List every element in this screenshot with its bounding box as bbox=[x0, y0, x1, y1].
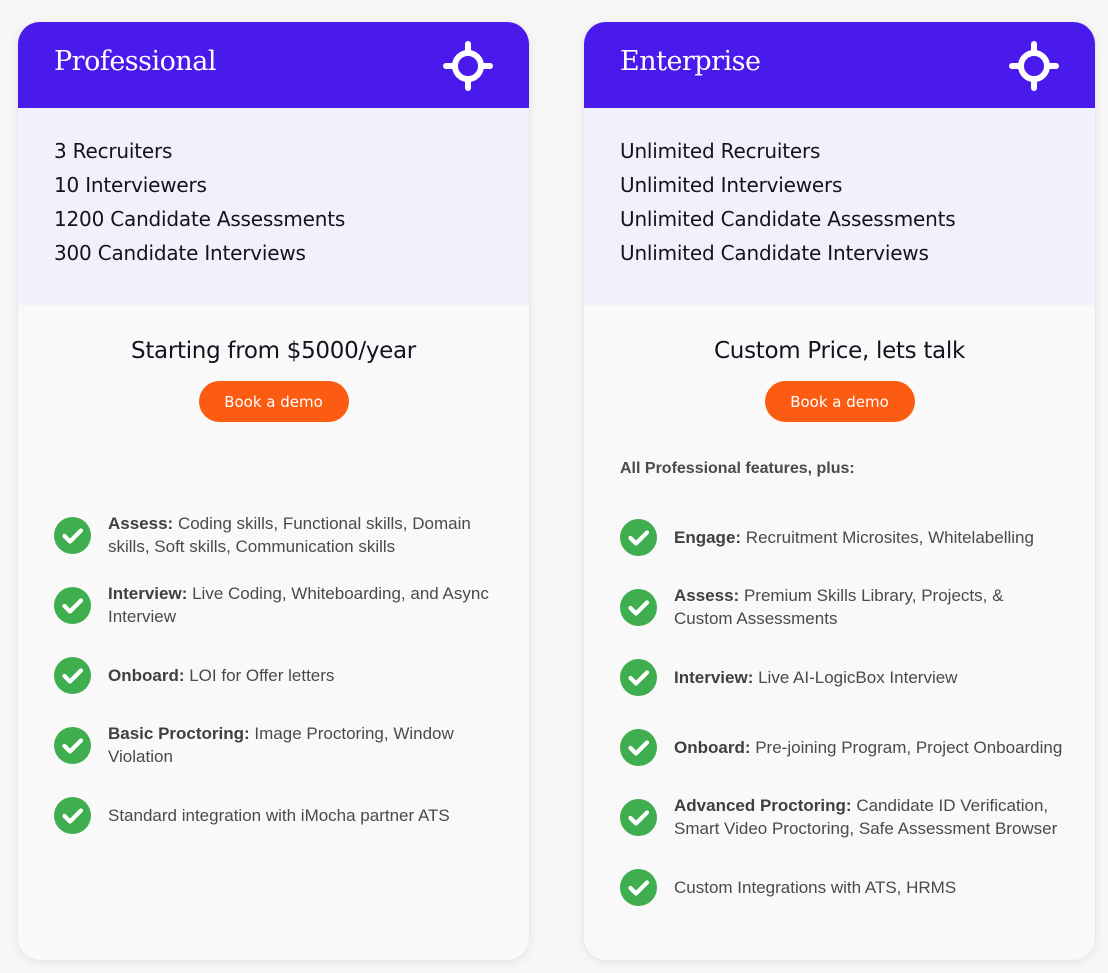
check-circle-icon bbox=[620, 518, 657, 556]
feature-text: Assess: Premium Skills Library, Projects… bbox=[674, 584, 1065, 630]
feature-list: Engage: Recruitment Microsites, Whitelab… bbox=[584, 514, 1095, 910]
feature-description: Pre-joining Program, Project Onboarding bbox=[750, 737, 1063, 757]
feature-item: Onboard: LOI for Offer letters bbox=[54, 652, 499, 698]
plan-card-enterprise: Enterprise Unlimited Recruiters Unlimite… bbox=[584, 22, 1095, 960]
quota-item: 300 Candidate Interviews bbox=[54, 241, 306, 265]
feature-text: Onboard: Pre-joining Program, Project On… bbox=[674, 736, 1062, 759]
feature-text: Engage: Recruitment Microsites, Whitelab… bbox=[674, 526, 1034, 549]
quota-item: Unlimited Recruiters bbox=[620, 139, 821, 163]
feature-title: Onboard: bbox=[674, 737, 751, 757]
price-label: Custom Price, lets talk bbox=[714, 338, 965, 364]
quota-item: Unlimited Interviewers bbox=[620, 173, 843, 197]
feature-title: Assess: bbox=[674, 586, 740, 605]
feature-description: Custom Integrations with ATS, HRMS bbox=[674, 877, 957, 897]
feature-title: Assess: bbox=[108, 514, 174, 533]
feature-text: Basic Proctoring: Image Proctoring, Wind… bbox=[108, 722, 499, 768]
feature-item: Interview: Live AI-LogicBox Interview bbox=[620, 654, 1065, 700]
feature-text: Interview: Live Coding, Whiteboarding, a… bbox=[108, 582, 499, 628]
feature-title: Basic Proctoring: bbox=[108, 724, 250, 743]
check-circle-icon bbox=[54, 656, 91, 694]
quota-item: Unlimited Candidate Interviews bbox=[620, 241, 929, 265]
feature-list: Assess: Coding skills, Functional skills… bbox=[18, 512, 529, 838]
check-circle-icon bbox=[54, 726, 91, 764]
check-circle-icon bbox=[54, 516, 91, 554]
feature-item: Engage: Recruitment Microsites, Whitelab… bbox=[620, 514, 1065, 560]
quota-section: 3 Recruiters 10 Interviewers 1200 Candid… bbox=[18, 108, 529, 305]
feature-title: Engage: bbox=[674, 527, 742, 547]
target-icon bbox=[1009, 41, 1059, 91]
feature-text: Assess: Coding skills, Functional skills… bbox=[108, 512, 499, 558]
check-circle-icon bbox=[620, 588, 657, 626]
feature-text: Onboard: LOI for Offer letters bbox=[108, 664, 334, 687]
plan-header: Enterprise bbox=[584, 22, 1095, 108]
feature-title: Onboard: bbox=[108, 665, 185, 685]
check-circle-icon bbox=[620, 658, 657, 696]
feature-item: Assess: Premium Skills Library, Projects… bbox=[620, 584, 1065, 630]
feature-description: Recruitment Microsites, Whitelabelling bbox=[741, 527, 1034, 547]
plan-header: Professional bbox=[18, 22, 529, 108]
feature-title: Advanced Proctoring: bbox=[674, 796, 852, 815]
check-circle-icon bbox=[620, 868, 657, 906]
book-demo-button[interactable]: Book a demo bbox=[198, 381, 349, 422]
quota-item: 1200 Candidate Assessments bbox=[54, 207, 346, 231]
feature-text: Custom Integrations with ATS, HRMS bbox=[674, 876, 956, 899]
quota-item: 3 Recruiters bbox=[54, 139, 173, 163]
feature-title: Interview: bbox=[674, 667, 754, 687]
feature-text: Interview: Live AI-LogicBox Interview bbox=[674, 666, 957, 689]
feature-text: Advanced Proctoring: Candidate ID Verifi… bbox=[674, 794, 1065, 840]
feature-item: Onboard: Pre-joining Program, Project On… bbox=[620, 724, 1065, 770]
plan-name: Enterprise bbox=[620, 46, 761, 77]
feature-item: Custom Integrations with ATS, HRMS bbox=[620, 864, 1065, 910]
check-circle-icon bbox=[54, 586, 91, 624]
feature-description: Live AI-LogicBox Interview bbox=[753, 667, 958, 687]
feature-description: LOI for Offer letters bbox=[184, 665, 335, 685]
feature-item: Standard integration with iMocha partner… bbox=[54, 792, 499, 838]
quota-section: Unlimited Recruiters Unlimited Interview… bbox=[584, 108, 1095, 305]
check-circle-icon bbox=[54, 796, 91, 834]
target-icon bbox=[443, 41, 493, 91]
plan-name: Professional bbox=[54, 46, 217, 77]
feature-title: Interview: bbox=[108, 584, 188, 603]
price-label: Starting from $5000/year bbox=[131, 338, 416, 364]
feature-item: Advanced Proctoring: Candidate ID Verifi… bbox=[620, 794, 1065, 840]
check-circle-icon bbox=[620, 728, 657, 766]
feature-item: Interview: Live Coding, Whiteboarding, a… bbox=[54, 582, 499, 628]
feature-item: Assess: Coding skills, Functional skills… bbox=[54, 512, 499, 558]
plus-features-note: All Professional features, plus: bbox=[620, 460, 855, 477]
feature-description: Standard integration with iMocha partner… bbox=[108, 805, 450, 825]
feature-text: Standard integration with iMocha partner… bbox=[108, 804, 450, 827]
check-circle-icon bbox=[620, 798, 657, 836]
feature-item: Basic Proctoring: Image Proctoring, Wind… bbox=[54, 722, 499, 768]
plan-card-professional: Professional 3 Recruiters 10 Interviewer… bbox=[18, 22, 529, 960]
quota-item: 10 Interviewers bbox=[54, 173, 207, 197]
book-demo-button[interactable]: Book a demo bbox=[764, 381, 915, 422]
quota-item: Unlimited Candidate Assessments bbox=[620, 207, 956, 231]
